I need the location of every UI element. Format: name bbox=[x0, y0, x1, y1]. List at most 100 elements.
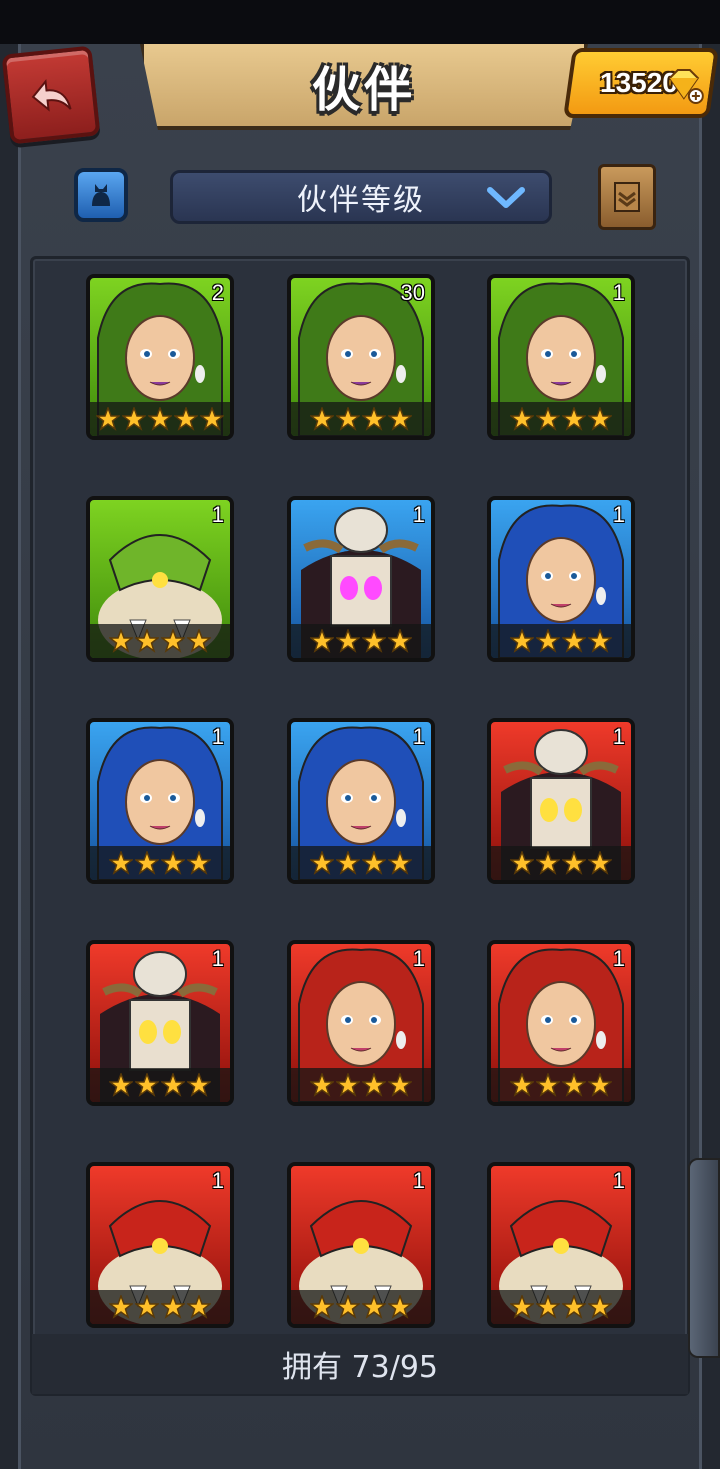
star-icon bbox=[335, 1295, 361, 1319]
star-icon bbox=[387, 629, 413, 653]
side-drawer-handle[interactable] bbox=[688, 1158, 720, 1358]
category-filter-button[interactable] bbox=[74, 168, 128, 222]
scroll-button[interactable] bbox=[598, 164, 656, 230]
hero-level: 1 bbox=[612, 946, 625, 971]
hero-level: 1 bbox=[211, 502, 224, 527]
star-icon bbox=[509, 851, 535, 875]
star-icon bbox=[387, 407, 413, 431]
cat-silhouette-icon bbox=[92, 184, 110, 206]
hero-level: 1 bbox=[412, 946, 425, 971]
star-icon bbox=[186, 1295, 212, 1319]
hero-card[interactable]: 1 bbox=[86, 940, 234, 1106]
star-icon bbox=[535, 629, 561, 653]
hero-card[interactable]: 1 bbox=[487, 274, 635, 440]
star-icon bbox=[134, 1295, 160, 1319]
star-icon bbox=[535, 851, 561, 875]
star-icon bbox=[509, 629, 535, 653]
hero-card[interactable]: 2 bbox=[86, 274, 234, 440]
hero-level: 1 bbox=[412, 1168, 425, 1193]
hero-card[interactable]: 1 bbox=[487, 940, 635, 1106]
star-icon bbox=[95, 407, 121, 431]
star-icon bbox=[147, 407, 173, 431]
star-icon bbox=[587, 851, 613, 875]
star-icon bbox=[361, 1073, 387, 1097]
star-icon bbox=[108, 1295, 134, 1319]
star-icon bbox=[587, 1295, 613, 1319]
hero-card[interactable]: 1 bbox=[287, 718, 435, 884]
star-icon bbox=[509, 1295, 535, 1319]
star-icon bbox=[186, 1073, 212, 1097]
hero-level: 1 bbox=[612, 502, 625, 527]
hero-card[interactable]: 30 bbox=[287, 274, 435, 440]
owned-bar: 拥有 73/95 bbox=[32, 1334, 688, 1394]
hero-stars bbox=[491, 846, 631, 880]
star-icon bbox=[587, 407, 613, 431]
hero-stars bbox=[291, 1290, 431, 1324]
star-icon bbox=[335, 851, 361, 875]
filter-row: 伙伴等级 bbox=[0, 160, 720, 232]
title-banner: 伙伴 bbox=[140, 44, 588, 130]
hero-stars bbox=[291, 846, 431, 880]
star-icon bbox=[160, 1295, 186, 1319]
gem-counter-button[interactable]: 13520 bbox=[563, 48, 719, 118]
hero-card[interactable]: 1 bbox=[287, 496, 435, 662]
hero-card[interactable]: 1 bbox=[86, 1162, 234, 1328]
star-icon bbox=[535, 1073, 561, 1097]
hero-level: 2 bbox=[211, 280, 224, 305]
star-icon bbox=[561, 407, 587, 431]
hero-stars bbox=[491, 1290, 631, 1324]
hero-stars bbox=[90, 1290, 230, 1324]
hero-stars bbox=[291, 624, 431, 658]
hero-stars bbox=[491, 402, 631, 436]
star-icon bbox=[587, 1073, 613, 1097]
star-icon bbox=[186, 851, 212, 875]
star-icon bbox=[160, 851, 186, 875]
star-icon bbox=[173, 407, 199, 431]
star-icon bbox=[309, 1073, 335, 1097]
hero-card[interactable]: 1 bbox=[86, 718, 234, 884]
star-icon bbox=[134, 1073, 160, 1097]
star-icon bbox=[199, 407, 225, 431]
hero-stars bbox=[291, 402, 431, 436]
status-bar bbox=[0, 0, 720, 44]
hero-level: 1 bbox=[612, 1168, 625, 1193]
star-icon bbox=[561, 851, 587, 875]
hero-card[interactable]: 1 bbox=[487, 496, 635, 662]
hero-stars bbox=[90, 624, 230, 658]
hero-card[interactable]: 1 bbox=[487, 1162, 635, 1328]
hero-level: 1 bbox=[612, 724, 625, 749]
hero-card[interactable]: 1 bbox=[287, 1162, 435, 1328]
hero-card[interactable]: 1 bbox=[86, 496, 234, 662]
hero-level: 1 bbox=[211, 946, 224, 971]
star-icon bbox=[387, 1295, 413, 1319]
star-icon bbox=[361, 851, 387, 875]
star-icon bbox=[335, 407, 361, 431]
back-button[interactable] bbox=[1, 45, 101, 145]
hero-stars bbox=[90, 402, 230, 436]
hero-stars bbox=[491, 624, 631, 658]
back-arrow-icon bbox=[31, 78, 72, 112]
star-icon bbox=[309, 1295, 335, 1319]
star-icon bbox=[587, 629, 613, 653]
hero-stars bbox=[291, 1068, 431, 1102]
star-icon bbox=[186, 629, 212, 653]
star-icon bbox=[134, 851, 160, 875]
hero-level: 30 bbox=[400, 280, 425, 305]
scroll-icon bbox=[614, 182, 640, 212]
star-icon bbox=[361, 629, 387, 653]
hero-card[interactable]: 1 bbox=[287, 940, 435, 1106]
star-icon bbox=[108, 851, 134, 875]
star-icon bbox=[509, 1073, 535, 1097]
star-icon bbox=[509, 407, 535, 431]
star-icon bbox=[387, 1073, 413, 1097]
star-icon bbox=[160, 1073, 186, 1097]
owned-count: 拥有 73/95 bbox=[282, 1350, 438, 1385]
star-icon bbox=[535, 1295, 561, 1319]
hero-level: 1 bbox=[612, 280, 625, 305]
hero-level: 1 bbox=[412, 502, 425, 527]
star-icon bbox=[535, 407, 561, 431]
star-icon bbox=[387, 851, 413, 875]
hero-card[interactable]: 1 bbox=[487, 718, 635, 884]
star-icon bbox=[309, 629, 335, 653]
sort-dropdown[interactable]: 伙伴等级 bbox=[170, 170, 552, 224]
